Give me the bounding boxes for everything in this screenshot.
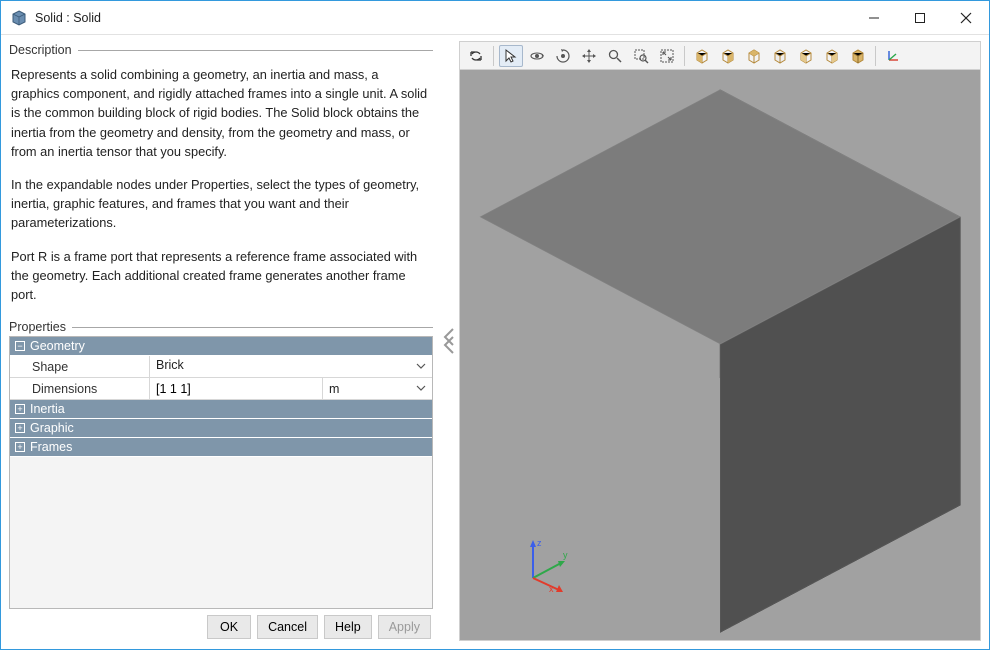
description-label: Description [9,43,72,57]
properties-header: Properties [9,318,433,336]
view-iso-icon[interactable] [846,45,870,67]
properties-label: Properties [9,320,66,334]
expand-icon: + [15,404,25,414]
orbit-icon[interactable] [525,45,549,67]
expand-icon: + [15,442,25,452]
description-paragraph: Port R is a frame port that represents a… [11,247,429,305]
maximize-button[interactable] [897,2,943,34]
section-label: Graphic [30,421,74,435]
row-shape: Shape Brick [10,356,432,378]
chevron-down-icon [416,382,426,396]
collapse-left-handle[interactable] [439,41,459,641]
view-bottom-icon[interactable] [768,45,792,67]
section-graphic[interactable]: + Graphic [10,419,432,438]
dimensions-input[interactable] [150,378,322,399]
dimensions-unit-value: m [329,382,339,396]
view-left-icon[interactable] [794,45,818,67]
section-label: Geometry [30,339,85,353]
zoom-icon[interactable] [603,45,627,67]
cube-preview [550,191,890,531]
collapse-icon: − [15,341,25,351]
dimensions-input-wrap [150,378,322,399]
properties-grid: − Geometry Shape Brick Dimensions [9,336,433,609]
view-top-icon[interactable] [742,45,766,67]
dialog-buttons: OK Cancel Help Apply [9,609,433,641]
section-inertia[interactable]: + Inertia [10,400,432,419]
close-button[interactable] [943,2,989,34]
app-icon [11,10,27,26]
row-dimensions: Dimensions m [10,378,432,400]
apply-button[interactable]: Apply [378,615,431,639]
ok-button[interactable]: OK [207,615,251,639]
svg-text:y: y [563,550,568,560]
axis-triad: z y x [515,534,575,594]
description-paragraph: Represents a solid combining a geometry,… [11,65,429,161]
section-frames[interactable]: + Frames [10,438,432,457]
shape-label: Shape [10,356,150,377]
svg-text:x: x [549,584,554,594]
titlebar: Solid : Solid [1,1,989,35]
section-geometry[interactable]: − Geometry [10,337,432,356]
spin-icon[interactable] [551,45,575,67]
help-button[interactable]: Help [324,615,372,639]
zoom-region-icon[interactable] [629,45,653,67]
description-text: Represents a solid combining a geometry,… [9,59,433,318]
update-icon[interactable] [464,45,488,67]
dimensions-unit-select[interactable]: m [322,378,432,399]
preview-canvas[interactable]: z y x [460,70,980,640]
preview-panel: z y x [459,41,981,641]
view-back-icon[interactable] [716,45,740,67]
window-title: Solid : Solid [35,11,101,25]
section-label: Frames [30,440,72,454]
description-paragraph: In the expandable nodes under Properties… [11,175,429,233]
client-area: Description Represents a solid combining… [1,35,989,649]
expand-icon: + [15,423,25,433]
section-label: Inertia [30,402,65,416]
view-right-icon[interactable] [820,45,844,67]
dialog-window: Solid : Solid Description Represents a s… [0,0,990,650]
dimensions-label: Dimensions [10,378,150,399]
description-header: Description [9,41,433,59]
cancel-button[interactable]: Cancel [257,615,318,639]
shape-value: Brick [150,356,432,377]
triad-icon[interactable] [881,45,905,67]
left-panel: Description Represents a solid combining… [9,41,439,641]
svg-text:z: z [537,538,542,548]
shape-select[interactable]: Brick [150,356,432,377]
view-front-icon[interactable] [690,45,714,67]
pan-icon[interactable] [577,45,601,67]
minimize-button[interactable] [851,2,897,34]
fit-view-icon[interactable] [655,45,679,67]
preview-toolbar [460,42,980,70]
select-icon[interactable] [499,45,523,67]
